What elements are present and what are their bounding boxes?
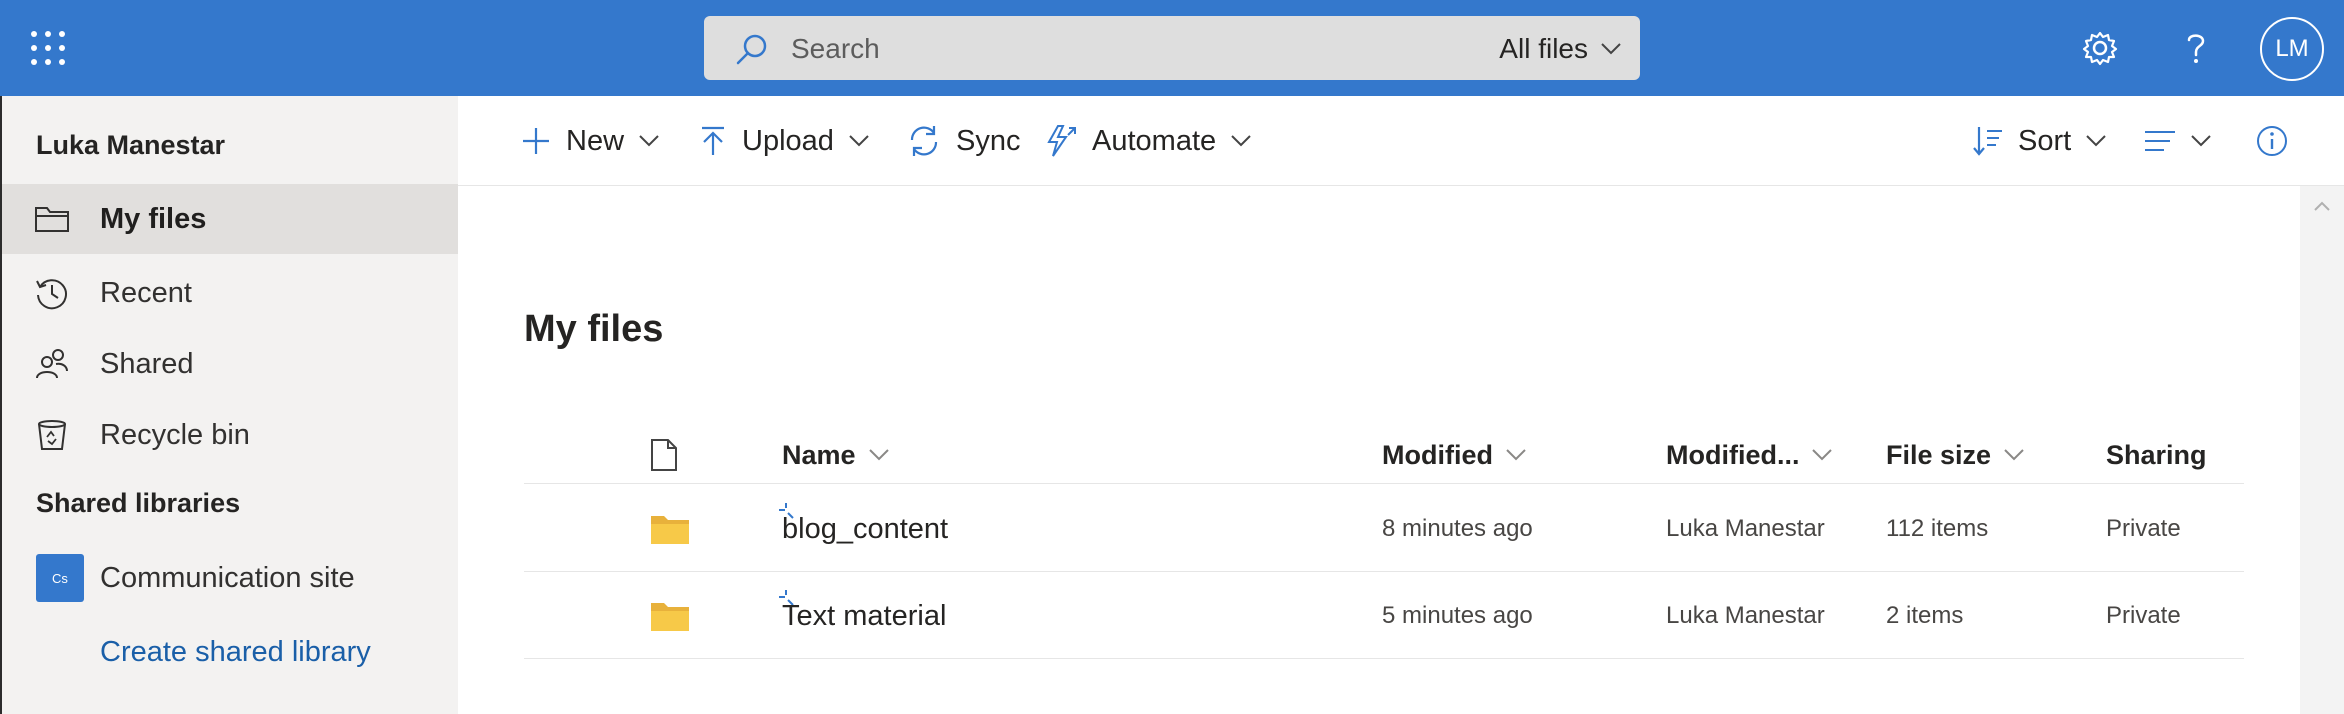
file-type-icon[interactable] — [638, 426, 678, 484]
file-size-cell: 112 items — [1886, 515, 1989, 542]
folder-icon — [34, 201, 70, 237]
sidebar-item-recent[interactable]: Recent — [2, 258, 458, 328]
sort-icon — [1973, 127, 2002, 156]
view-list-icon — [2145, 131, 2175, 151]
chevron-down-icon — [2004, 449, 2024, 461]
scrollbar[interactable] — [2300, 186, 2344, 714]
people-icon — [34, 346, 70, 382]
new-label: New — [566, 124, 625, 157]
folder-icon — [650, 512, 690, 546]
column-label: Name — [782, 439, 856, 470]
chevron-down-icon — [1601, 43, 1621, 55]
table-row[interactable]: blog_content 8 minutes ago Luka Manestar… — [524, 486, 2244, 572]
chevron-down-icon — [2086, 135, 2106, 147]
sharing-cell: Private — [2106, 515, 2181, 542]
create-shared-library-link[interactable]: Create shared library — [100, 636, 371, 669]
search-box[interactable]: Search All files — [704, 16, 1640, 80]
page-title: My files — [524, 308, 664, 350]
file-name[interactable]: blog_content — [782, 486, 948, 572]
view-options-button[interactable] — [2144, 118, 2212, 164]
column-label: Modified — [1382, 439, 1493, 470]
sync-label: Sync — [956, 124, 1021, 157]
column-label: Sharing — [2106, 439, 2207, 470]
top-bar: Search All files LM — [0, 0, 2344, 96]
sidebar-item-label: Recent — [100, 277, 192, 309]
recycle-bin-icon — [34, 417, 70, 453]
avatar[interactable]: LM — [2260, 17, 2324, 81]
plus-icon — [523, 128, 549, 154]
waffle-icon[interactable] — [30, 30, 66, 66]
sort-button[interactable]: Sort — [1972, 118, 2107, 164]
column-header-name[interactable]: Name — [782, 426, 890, 484]
file-name[interactable]: Text material — [782, 573, 946, 659]
chevron-down-icon — [849, 135, 869, 147]
command-bar: New Upload Sync Automate Sort — [458, 96, 2344, 186]
table-row[interactable]: Text material 5 minutes ago Luka Manesta… — [524, 573, 2244, 659]
sidebar-item-recycle-bin[interactable]: Recycle bin — [2, 400, 458, 470]
sync-icon — [910, 126, 938, 156]
sidebar-item-label: Shared — [100, 348, 194, 380]
chevron-up-icon[interactable] — [2312, 198, 2332, 214]
sidebar-item-label: Recycle bin — [100, 419, 250, 451]
upload-label: Upload — [742, 124, 834, 157]
modified-by-cell: Luka Manestar — [1666, 515, 1825, 542]
sharing-cell: Private — [2106, 602, 2181, 629]
chevron-down-icon — [2191, 135, 2211, 147]
search-scope-dropdown[interactable]: All files — [1499, 32, 1622, 66]
search-icon — [734, 32, 770, 68]
sidebar-item-my-files[interactable]: My files — [2, 184, 458, 254]
chevron-down-icon — [639, 135, 659, 147]
automate-label: Automate — [1092, 124, 1217, 157]
sort-label: Sort — [2018, 124, 2072, 157]
column-label: File size — [1886, 439, 1992, 470]
question-icon[interactable] — [2172, 24, 2220, 72]
automate-icon — [1047, 125, 1076, 157]
gear-icon[interactable] — [2076, 24, 2124, 72]
sidebar: Luka Manestar My files Recent Shared Rec… — [0, 96, 458, 714]
modified-cell: 5 minutes ago — [1382, 602, 1533, 629]
column-header-modified[interactable]: Modified — [1382, 426, 1527, 484]
sidebar-item-shared[interactable]: Shared — [2, 329, 458, 399]
automate-button[interactable]: Automate — [1044, 118, 1252, 164]
search-scope-label: All files — [1499, 33, 1588, 64]
chevron-down-icon — [1506, 449, 1526, 461]
column-header-sharing[interactable]: Sharing — [2106, 426, 2207, 484]
upload-icon — [702, 126, 724, 155]
sync-button[interactable]: Sync — [906, 118, 1020, 164]
table-header: Name Modified Modified... File size Shar… — [524, 426, 2244, 484]
upload-button[interactable]: Upload — [698, 118, 870, 164]
new-button[interactable]: New — [520, 118, 660, 164]
site-badge: Cs — [36, 554, 84, 602]
info-icon[interactable] — [2256, 118, 2288, 164]
chevron-down-icon — [1231, 135, 1251, 147]
chevron-down-icon — [868, 449, 889, 461]
search-input[interactable]: Search — [791, 32, 880, 66]
column-header-file-size[interactable]: File size — [1886, 426, 2025, 484]
sidebar-item-label: My files — [100, 203, 207, 235]
user-name: Luka Manestar — [36, 130, 226, 160]
file-list-area: My files Name Modified Modified... File … — [458, 186, 2318, 714]
shared-libraries-title: Shared libraries — [36, 488, 241, 518]
chevron-down-icon — [1812, 449, 1833, 461]
history-icon — [34, 275, 70, 311]
column-header-modified-by[interactable]: Modified... — [1666, 426, 1833, 484]
modified-cell: 8 minutes ago — [1382, 515, 1533, 542]
file-size-cell: 2 items — [1886, 602, 1964, 629]
sidebar-item-communication-site[interactable]: Communication site — [100, 562, 355, 595]
folder-icon — [650, 599, 690, 633]
column-label: Modified... — [1666, 439, 1800, 470]
modified-by-cell: Luka Manestar — [1666, 602, 1825, 629]
